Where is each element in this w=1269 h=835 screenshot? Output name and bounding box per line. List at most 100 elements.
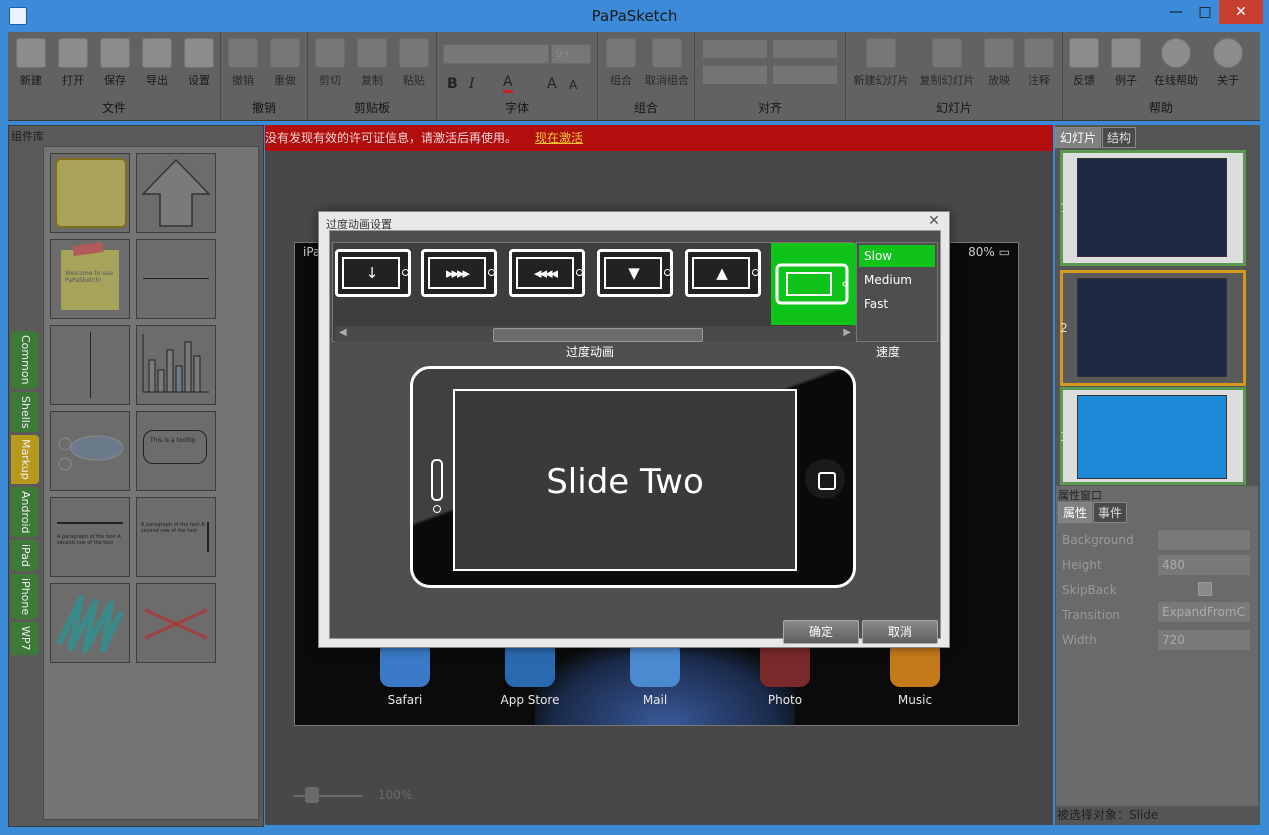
copy-slide-button[interactable]: 复制幻灯片: [916, 36, 978, 88]
minimize-button[interactable]: —: [1161, 0, 1191, 24]
online-help-button[interactable]: 在线帮助: [1151, 36, 1201, 88]
save-button[interactable]: 保存: [94, 36, 136, 88]
tab-structure[interactable]: 结构: [1102, 127, 1137, 148]
stencil-callout[interactable]: [50, 153, 130, 233]
zoom-slider-track[interactable]: [293, 795, 363, 797]
properties-tabs: 属性 事件: [1058, 502, 1128, 523]
activate-link[interactable]: 现在激活: [535, 131, 583, 145]
dock-app-mail[interactable]: Mail: [615, 641, 695, 707]
scroll-right-icon[interactable]: ▶: [843, 327, 851, 338]
tab-iphone[interactable]: iPhone: [11, 574, 39, 620]
stencil-arrow-up[interactable]: [136, 153, 216, 233]
transition-option-selected[interactable]: [771, 243, 857, 325]
stencil-bar-chart[interactable]: [136, 325, 216, 405]
height-input[interactable]: 480: [1158, 555, 1250, 575]
tab-properties[interactable]: 属性: [1058, 502, 1093, 523]
transition-list: ↓ ▸▸▸▸ ◂◂◂◂ ▼ ▲ ◀ ▶: [332, 242, 857, 342]
stencil-mindmap[interactable]: [50, 411, 130, 491]
slide-thumbnail[interactable]: 3: [1060, 387, 1246, 485]
redo-button[interactable]: 重做: [264, 36, 306, 88]
stencil-grid: Welcome to use PaPaSketch! This is a too…: [43, 146, 259, 820]
play-button[interactable]: 放映: [978, 36, 1020, 88]
stencil-bracket-text[interactable]: A paragraph of the text A second row of …: [136, 497, 216, 577]
new-slide-button[interactable]: 新建幻灯片: [852, 36, 910, 88]
slide-thumbnail[interactable]: 2: [1060, 270, 1246, 386]
tab-android[interactable]: Android: [11, 486, 39, 538]
maximize-button[interactable]: □: [1191, 0, 1219, 24]
transition-option[interactable]: ▲: [685, 249, 761, 297]
transition-option[interactable]: ▸▸▸▸: [421, 249, 497, 297]
transition-field[interactable]: ExpandFromC: [1158, 602, 1250, 622]
close-button[interactable]: ✕: [1219, 0, 1263, 24]
cancel-button[interactable]: 取消: [862, 620, 938, 644]
play-icon: [984, 38, 1014, 68]
comment-button[interactable]: 注释: [1018, 36, 1060, 88]
tab-common[interactable]: Common: [11, 331, 39, 389]
skipback-checkbox[interactable]: [1198, 582, 1212, 596]
scrollbar-thumb[interactable]: [493, 328, 703, 342]
dock-app-photo[interactable]: Photo: [745, 641, 825, 707]
stencil-cross-out[interactable]: [136, 583, 216, 663]
tab-slides[interactable]: 幻灯片: [1055, 127, 1102, 148]
align-left-icon[interactable]: [703, 40, 767, 58]
feedback-button[interactable]: 反馈: [1063, 36, 1105, 88]
scroll-left-icon[interactable]: ◀: [339, 327, 347, 338]
font-family-select[interactable]: [443, 44, 549, 64]
shrink-font-button[interactable]: A: [569, 78, 577, 92]
speed-option-slow[interactable]: Slow: [859, 245, 935, 267]
paste-button[interactable]: 粘贴: [393, 36, 435, 88]
distribute-icon[interactable]: [773, 66, 837, 84]
speed-option-medium[interactable]: Medium: [859, 269, 935, 291]
ribbon-group-help: 反馈 例子 在线帮助 关于 帮助: [1063, 32, 1259, 120]
export-button[interactable]: 导出: [136, 36, 178, 88]
align-center-icon[interactable]: [703, 66, 767, 84]
zoom-slider-handle[interactable]: [305, 787, 319, 803]
ungroup-button[interactable]: 取消组合: [642, 36, 692, 88]
cut-button[interactable]: 剪切: [309, 36, 351, 88]
font-size-select[interactable]: 9+: [551, 44, 591, 64]
about-button[interactable]: 关于: [1207, 36, 1249, 88]
stencil-vertical-line[interactable]: [50, 325, 130, 405]
width-input[interactable]: 720: [1158, 630, 1250, 650]
ribbon-group-undo: 撤销 重做 撤销: [221, 32, 308, 120]
transition-option[interactable]: ↓: [335, 249, 411, 297]
ok-button[interactable]: 确定: [783, 620, 859, 644]
transition-scrollbar[interactable]: ◀ ▶: [335, 326, 855, 342]
undo-button[interactable]: 撤销: [222, 36, 264, 88]
tab-ipad[interactable]: iPad: [11, 540, 39, 572]
align-top-icon[interactable]: [773, 40, 837, 58]
tab-wp7[interactable]: WP7: [11, 622, 39, 655]
group-button[interactable]: 组合: [600, 36, 642, 88]
transition-option[interactable]: ◂◂◂◂: [509, 249, 585, 297]
dock-app-safari[interactable]: Safari: [365, 641, 445, 707]
copy-button[interactable]: 复制: [351, 36, 393, 88]
open-button[interactable]: 打开: [52, 36, 94, 88]
speaker-slot-icon: [431, 459, 443, 501]
tab-markup[interactable]: Markup: [11, 435, 39, 484]
examples-button[interactable]: 例子: [1105, 36, 1147, 88]
stencil-horizontal-line[interactable]: [136, 239, 216, 319]
tab-shells[interactable]: Shells: [11, 391, 39, 433]
stencil-tooltip[interactable]: This is a tooltip: [136, 411, 216, 491]
speed-option-fast[interactable]: Fast: [859, 293, 935, 315]
italic-button[interactable]: I: [469, 76, 475, 92]
transition-option[interactable]: ▼: [597, 249, 673, 297]
dialog-close-button[interactable]: ✕: [927, 214, 941, 228]
dock-app-music[interactable]: Music: [875, 641, 955, 707]
grow-font-button[interactable]: A: [547, 76, 557, 92]
stencil-paragraph[interactable]: A paragraph of the text A second row of …: [50, 497, 130, 577]
export-icon: [142, 38, 172, 68]
stencil-scribble[interactable]: [50, 583, 130, 663]
dock-app-appstore[interactable]: App Store: [490, 641, 570, 707]
ribbon-group-align: 对齐: [695, 32, 846, 120]
new-button[interactable]: 新建: [10, 36, 52, 88]
bold-button[interactable]: B: [447, 76, 458, 92]
font-color-button[interactable]: A: [503, 74, 513, 93]
settings-button[interactable]: 设置: [178, 36, 220, 88]
tab-events[interactable]: 事件: [1093, 502, 1128, 523]
background-select[interactable]: [1158, 530, 1250, 550]
slide-thumbnail[interactable]: 1: [1060, 150, 1246, 266]
stencil-sticky-note[interactable]: Welcome to use PaPaSketch!: [50, 239, 130, 319]
redo-icon: [270, 38, 300, 68]
scribble-icon: [56, 595, 124, 653]
